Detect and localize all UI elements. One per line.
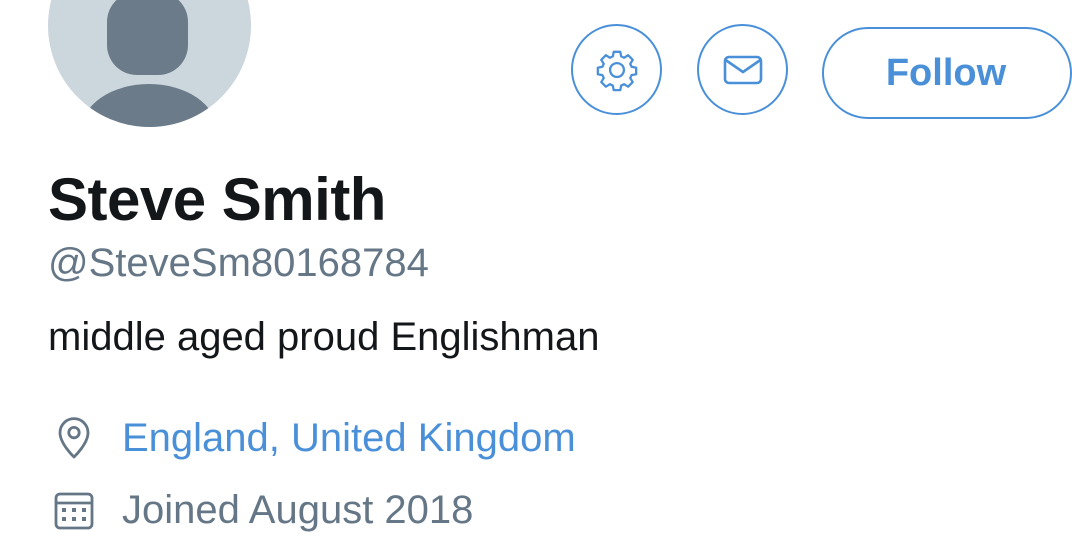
default-avatar-icon: [81, 0, 217, 127]
profile-location-row: England, United Kingdom: [48, 412, 576, 464]
gear-icon: [596, 50, 637, 91]
follow-button[interactable]: Follow: [822, 27, 1072, 119]
profile-bio: middle aged proud Englishman: [48, 315, 600, 359]
settings-button[interactable]: [571, 24, 662, 115]
profile-location-link[interactable]: England, United Kingdom: [122, 414, 576, 462]
message-button[interactable]: [697, 24, 788, 115]
profile-name: Steve Smith: [48, 166, 386, 233]
profile-joined-date: Joined August 2018: [122, 488, 474, 532]
envelope-icon: [723, 55, 762, 84]
profile-joined-row: Joined August 2018: [48, 484, 473, 536]
location-pin-icon: [48, 412, 100, 464]
avatar[interactable]: [48, 0, 251, 127]
calendar-icon: [48, 484, 100, 536]
profile-handle: @SteveSm80168784: [48, 241, 429, 285]
